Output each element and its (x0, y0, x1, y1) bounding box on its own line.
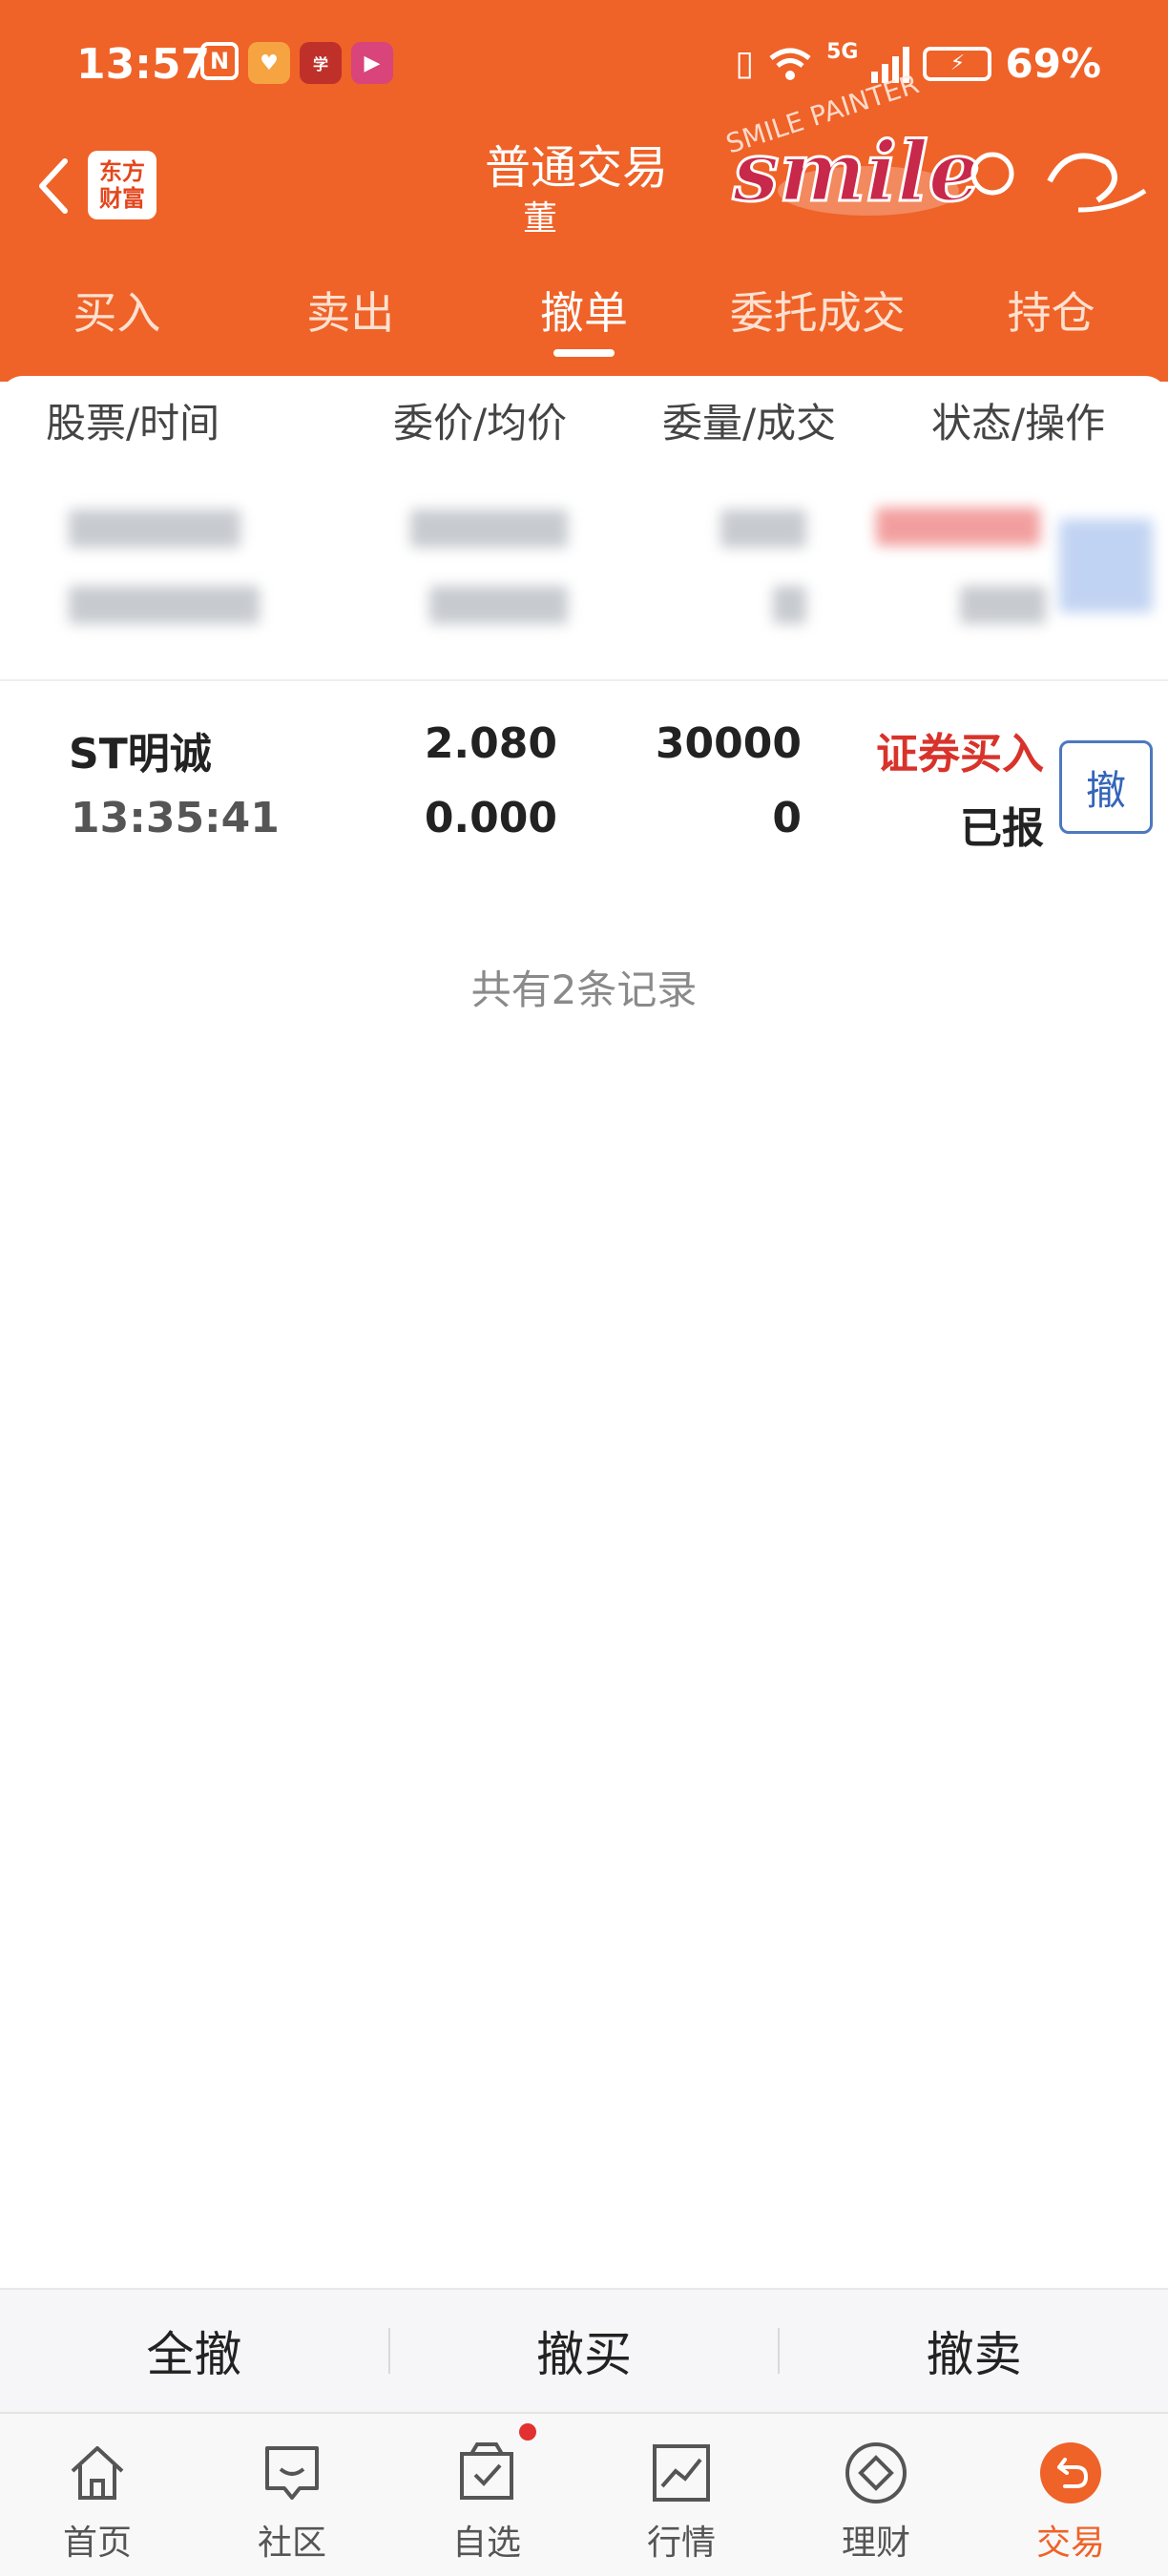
record-count: 共有2条记录 (470, 966, 698, 1013)
eastmoney-logo[interactable]: 东方 财富 (88, 151, 156, 219)
bottom-nav: 首页 社区 自选 行情 理财 交易 (0, 2412, 1168, 2576)
filled-qty: 0 (772, 794, 802, 842)
video-app-icon: ▶ (351, 42, 393, 84)
account-name: 董 (523, 199, 558, 239)
cancel-buy-button[interactable]: 撤买 (390, 2316, 779, 2385)
market-icon (653, 2444, 710, 2502)
nav-label: 自选 (451, 2524, 521, 2563)
nav-label: 首页 (62, 2524, 132, 2563)
stock-name: ST明诚 (69, 730, 212, 779)
nfc-icon: N (200, 42, 239, 80)
nav-trade[interactable]: 交易 (973, 2414, 1168, 2576)
trade-icon (1040, 2442, 1101, 2503)
cancel-sell-button[interactable]: 撤卖 (780, 2316, 1168, 2385)
heart-app-icon: ♥ (248, 42, 290, 84)
home-icon (71, 2446, 124, 2500)
study-app-icon: 学 (300, 42, 342, 84)
nav-community[interactable]: 社区 (195, 2414, 389, 2576)
svg-text:smile: smile (732, 124, 980, 220)
status-app-icons: N ♥ 学 ▶ (200, 42, 393, 84)
back-button[interactable] (25, 153, 82, 219)
status-time: 13:57 (76, 40, 211, 89)
bulk-action-bar: 全撤 撤买 撤卖 (0, 2288, 1168, 2412)
community-icon (265, 2446, 319, 2500)
tab-positions[interactable]: 持仓 (934, 277, 1168, 353)
nav-home[interactable]: 首页 (0, 2414, 195, 2576)
app-header: 13:57 N ♥ 学 ▶ ▯ 5G ⚡ 69% 东方 财富 普通交易 董 SM… (0, 0, 1168, 382)
tab-sell[interactable]: 卖出 (234, 277, 468, 353)
avg-price: 0.000 (424, 794, 557, 842)
order-price: 2.080 (424, 719, 557, 768)
nav-label: 交易 (1035, 2524, 1105, 2563)
redacted-order-row (0, 490, 1168, 681)
notification-dot (519, 2423, 536, 2441)
col-status-action: 状态/操作 (931, 400, 1106, 447)
nav-finance[interactable]: 理财 (779, 2414, 973, 2576)
col-stock-time: 股票/时间 (46, 400, 220, 447)
logo-text-line1: 东方 (99, 157, 145, 185)
col-qty-filled: 委量/成交 (662, 400, 837, 447)
cancel-order-button[interactable]: 撤 (1059, 740, 1153, 834)
network-type: 5G (826, 40, 859, 64)
tab-buy[interactable]: 买入 (0, 277, 234, 353)
row-divider (0, 679, 1168, 681)
order-time: 13:35:41 (71, 794, 280, 842)
col-price-avg: 委价/均价 (393, 400, 568, 447)
orders-panel: 股票/时间 委价/均价 委量/成交 状态/操作 ST明诚 13:35:41 2.… (0, 376, 1168, 2290)
finance-icon (845, 2442, 907, 2503)
logo-text-line2: 财富 (99, 184, 145, 212)
smile-watermark: SMILE PAINTER smile (722, 68, 1147, 222)
tab-orders-trades[interactable]: 委托成交 (700, 277, 934, 353)
watchlist-icon (460, 2442, 513, 2500)
trade-tabs: 买入 卖出 撤单 委托成交 持仓 (0, 277, 1168, 357)
tab-cancel-order[interactable]: 撤单 (468, 277, 701, 357)
chevron-left-icon (39, 158, 68, 214)
cancel-all-button[interactable]: 全撤 (0, 2316, 388, 2385)
order-qty: 30000 (655, 719, 802, 768)
nav-label: 理财 (841, 2524, 910, 2563)
nav-label: 行情 (646, 2524, 716, 2563)
nav-watchlist[interactable]: 自选 (389, 2414, 584, 2576)
nav-market[interactable]: 行情 (584, 2414, 779, 2576)
page-title: 普通交易 (485, 141, 669, 195)
column-header: 股票/时间 委价/均价 委量/成交 状态/操作 (0, 376, 1168, 471)
order-type: 证券买入 (876, 730, 1044, 779)
nav-label: 社区 (257, 2524, 326, 2563)
order-state: 已报 (960, 804, 1044, 853)
order-row: ST明诚 13:35:41 2.080 0.000 30000 0 证券买入 已… (0, 719, 1168, 872)
